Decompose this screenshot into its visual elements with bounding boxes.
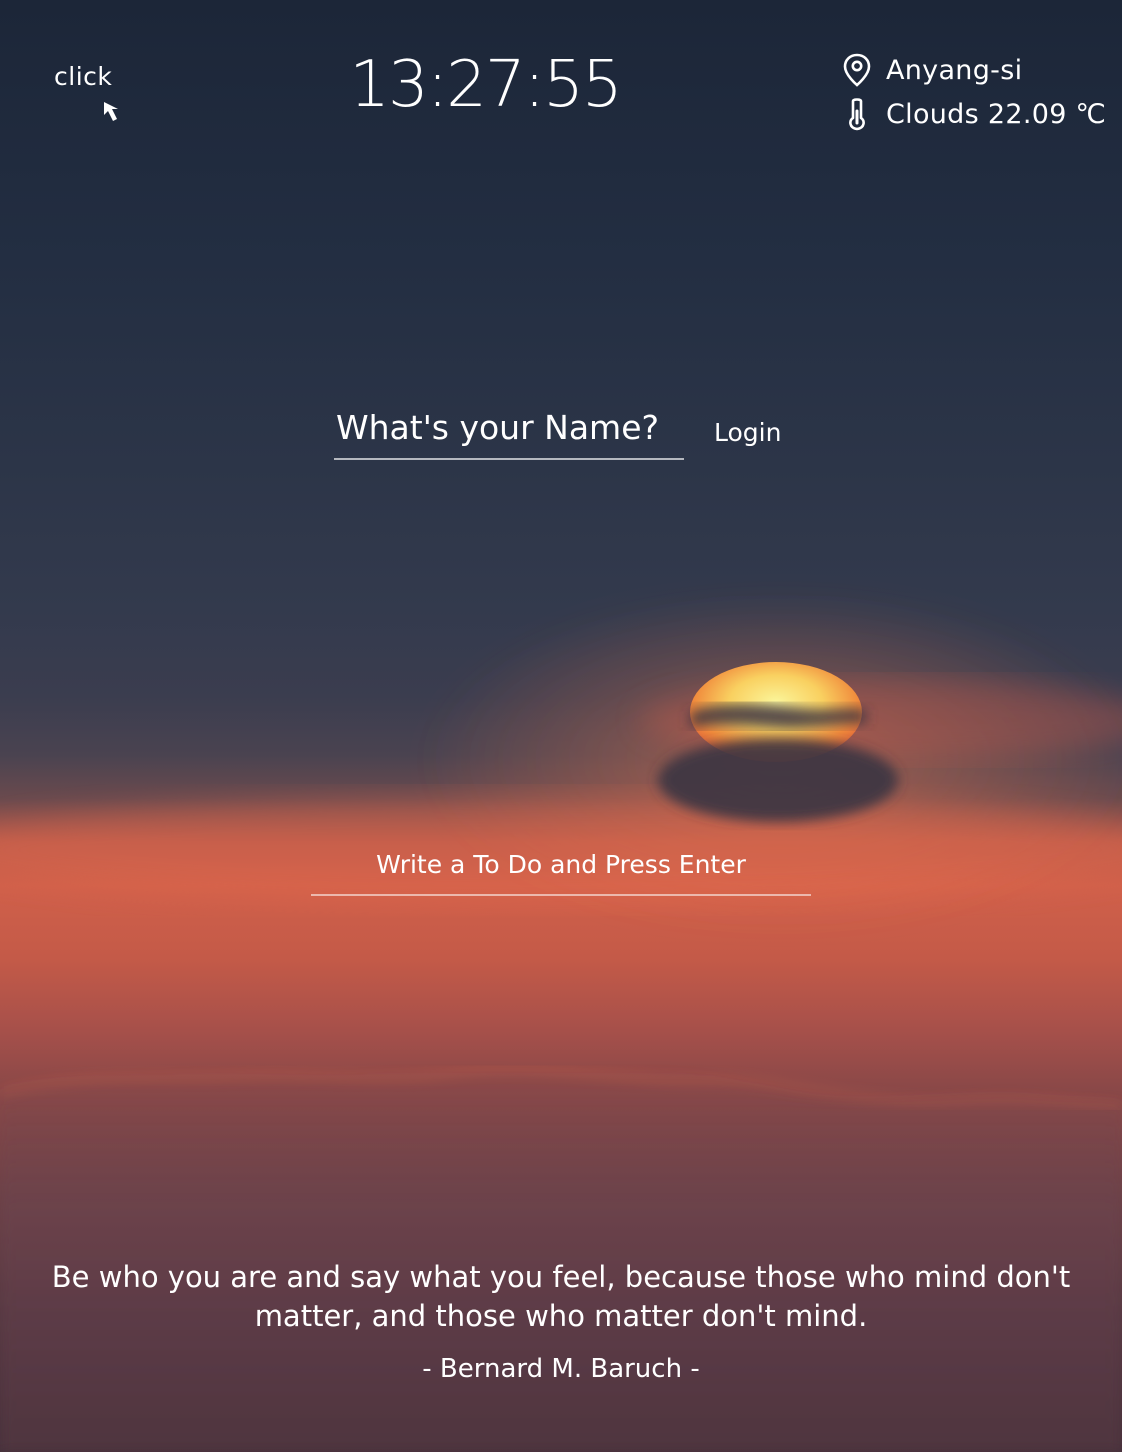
weather-location-row: Anyang-si	[842, 48, 1112, 92]
weather-widget: Anyang-si Clouds 22.09 ℃	[842, 48, 1112, 136]
clock: 13:27:55	[349, 48, 622, 122]
weather-location: Anyang-si	[886, 54, 1023, 86]
name-input[interactable]	[334, 404, 684, 460]
login-button[interactable]: Login	[712, 414, 783, 451]
location-pin-icon	[843, 53, 871, 87]
thermometer-icon	[849, 98, 865, 131]
quote-text: Be who you are and say what you feel, be…	[51, 1260, 1071, 1333]
quote-author: - Bernard M. Baruch -	[422, 1354, 700, 1384]
weather-condition: Clouds 22.09 ℃	[886, 98, 1107, 130]
todo-form	[311, 842, 811, 896]
todo-input[interactable]	[311, 842, 811, 896]
login-form: Login	[334, 404, 783, 460]
weather-condition-row: Clouds 22.09 ℃	[842, 92, 1112, 136]
background-sunset-image	[0, 0, 1122, 1452]
